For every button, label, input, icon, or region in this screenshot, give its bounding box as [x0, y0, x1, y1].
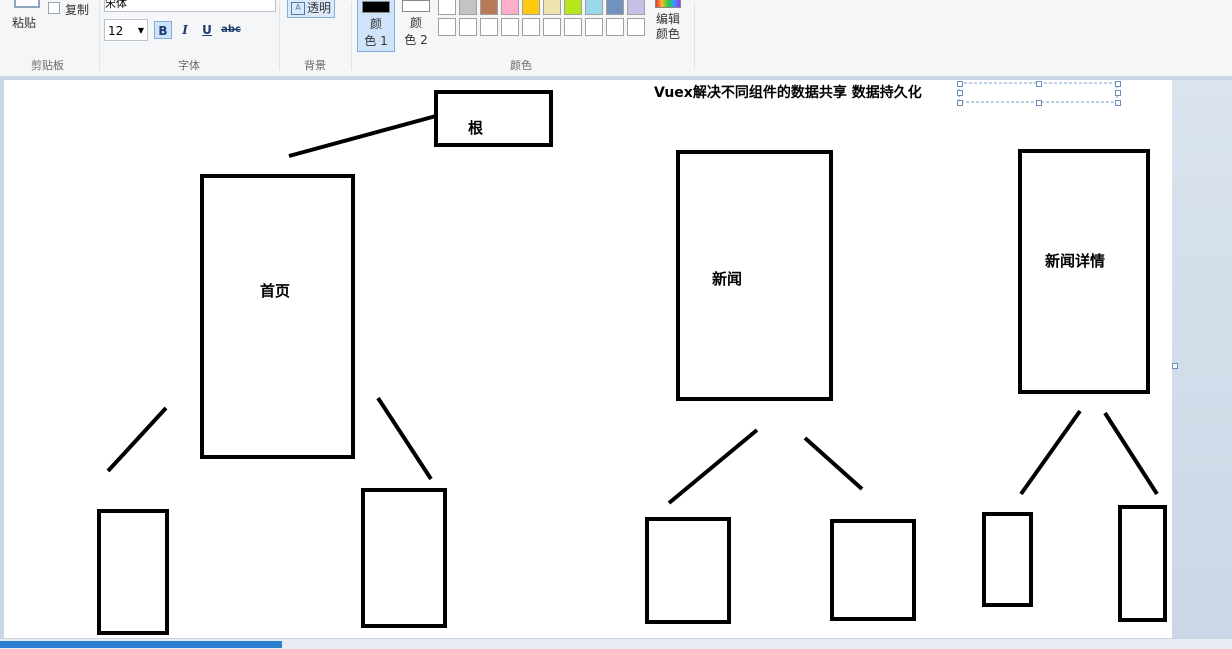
selection-handle[interactable]	[1115, 90, 1121, 96]
news-child-left	[645, 517, 731, 624]
selection-handle[interactable]	[957, 81, 963, 87]
selection-handle[interactable]	[1036, 100, 1042, 106]
selection-handle[interactable]	[957, 100, 963, 106]
news-box	[676, 150, 833, 401]
news-detail-label: 新闻详情	[1045, 252, 1106, 270]
root-box	[434, 90, 553, 147]
home-left-connector	[106, 406, 168, 473]
home-box	[200, 174, 355, 459]
news-right-connector	[803, 436, 864, 491]
horizontal-scrollbar[interactable]	[0, 641, 282, 648]
selection-handle[interactable]	[1115, 100, 1121, 106]
root-label: 根	[468, 119, 484, 137]
home-child-right	[361, 488, 447, 628]
selection-handle[interactable]	[1036, 81, 1042, 87]
diagram-drawing	[97, 82, 1167, 635]
news-left-connector	[667, 428, 759, 505]
news-detail-box	[1018, 149, 1150, 394]
home-child-left	[97, 509, 169, 635]
home-right-connector	[376, 396, 433, 481]
news-detail-left-connector	[1019, 409, 1082, 496]
selection-handle[interactable]	[957, 90, 963, 96]
home-label: 首页	[260, 282, 291, 300]
news-child-right	[830, 519, 916, 621]
news-label: 新闻	[712, 270, 743, 288]
root-connector	[288, 114, 437, 158]
canvas-title: Vuex解决不同组件的数据共享 数据持久化	[654, 85, 922, 101]
news-detail-right-connector	[1103, 411, 1159, 496]
selection-handle[interactable]	[1115, 81, 1121, 87]
news-detail-child-left	[982, 512, 1033, 607]
news-detail-child-right	[1118, 505, 1167, 622]
